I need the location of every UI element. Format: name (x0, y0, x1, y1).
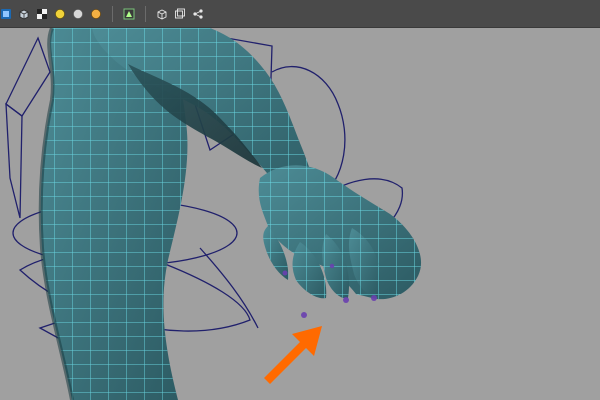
isolate-icon[interactable] (123, 8, 135, 20)
light-yellow-icon[interactable] (54, 8, 66, 20)
orange-arrow-icon (264, 326, 322, 384)
camera-icon[interactable] (0, 8, 12, 20)
share-nodes-icon[interactable] (192, 8, 204, 20)
hand-mesh (258, 165, 422, 300)
light-orange-icon[interactable] (90, 8, 102, 20)
3d-viewport[interactable] (0, 28, 600, 400)
toolbar-separator (145, 5, 146, 22)
viewport-canvas (5, 28, 422, 400)
cube-icon[interactable] (18, 8, 30, 20)
maya-viewport-window (0, 0, 600, 400)
duplicate-view-icon[interactable] (174, 8, 186, 20)
light-gray-icon[interactable] (72, 8, 84, 20)
checker-icon[interactable] (36, 8, 48, 20)
toolbar-separator (112, 5, 113, 22)
wireframe-cube-icon[interactable] (156, 8, 168, 20)
viewport-toolbar (0, 0, 600, 28)
